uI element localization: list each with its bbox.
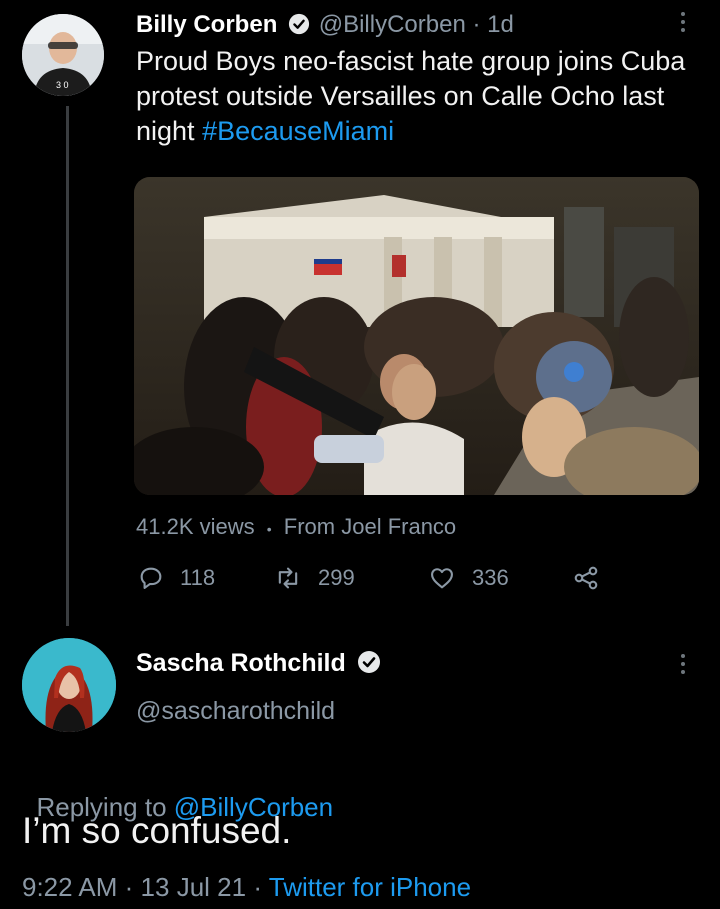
tweet2-handle[interactable]: @sascharothchild <box>136 694 335 728</box>
verified-badge-icon <box>357 651 380 674</box>
tweet1-time[interactable]: 1d <box>487 11 514 38</box>
tweet1-handle[interactable]: @BillyCorben <box>319 11 466 38</box>
avatar-sascha-image <box>22 638 116 732</box>
timestamp-separator: · <box>124 872 134 902</box>
reply-button[interactable]: 118 <box>136 564 215 592</box>
tweet2-display-name[interactable]: Sascha Rothchild <box>136 649 346 677</box>
video-meta: 41.2K views • From Joel Franco <box>136 512 456 544</box>
tweet1-display-name[interactable]: Billy Corben <box>136 11 277 38</box>
thread-connector-line <box>66 106 69 626</box>
tweet1-text: Proud Boys neo-fascist hate group joins … <box>136 44 696 149</box>
share-button[interactable] <box>570 564 616 592</box>
tweet1-header: Billy Corben @BillyCorben · 1d <box>136 8 514 42</box>
timestamp-separator: · <box>253 872 262 902</box>
avatar-billy-image: 3 0 <box>22 14 104 96</box>
video-thumbnail[interactable] <box>134 177 699 495</box>
tweet2-timestamp-line: 9:22 AM · 13 Jul 21 · Twitter for iPhone <box>22 870 471 904</box>
avatar-billy-corben[interactable]: 3 0 <box>22 14 104 96</box>
more-options-icon[interactable] <box>680 12 686 36</box>
verified-badge-icon <box>288 13 310 34</box>
svg-text:3 0: 3 0 <box>56 80 69 90</box>
like-count: 336 <box>472 565 509 590</box>
tweet1-time-separator: · <box>472 11 481 38</box>
view-count: 41.2K views <box>136 514 255 539</box>
tweet2-client[interactable]: Twitter for iPhone <box>269 872 471 902</box>
share-icon <box>574 566 598 590</box>
more-options-icon[interactable] <box>680 654 686 678</box>
reply-count: 118 <box>180 565 216 590</box>
like-icon <box>431 568 453 589</box>
tweet2-date[interactable]: 13 Jul 21 <box>141 872 247 902</box>
retweet-icon <box>278 567 298 589</box>
tweet2-text: I’m so confused. <box>22 810 292 851</box>
avatar-sascha-rothchild[interactable] <box>22 638 116 732</box>
tweet2-time[interactable]: 9:22 AM <box>22 872 117 902</box>
meta-bullet: • <box>266 521 272 537</box>
hashtag-link[interactable]: #BecauseMiami <box>202 116 394 146</box>
like-button[interactable]: 336 <box>426 564 509 592</box>
retweet-button[interactable]: 299 <box>272 564 355 592</box>
reply-icon <box>140 567 162 589</box>
protest-video-image <box>134 177 699 495</box>
tweet2-header: Sascha Rothchild <box>136 646 381 680</box>
video-source[interactable]: From Joel Franco <box>284 514 456 539</box>
retweet-count: 299 <box>318 565 355 590</box>
